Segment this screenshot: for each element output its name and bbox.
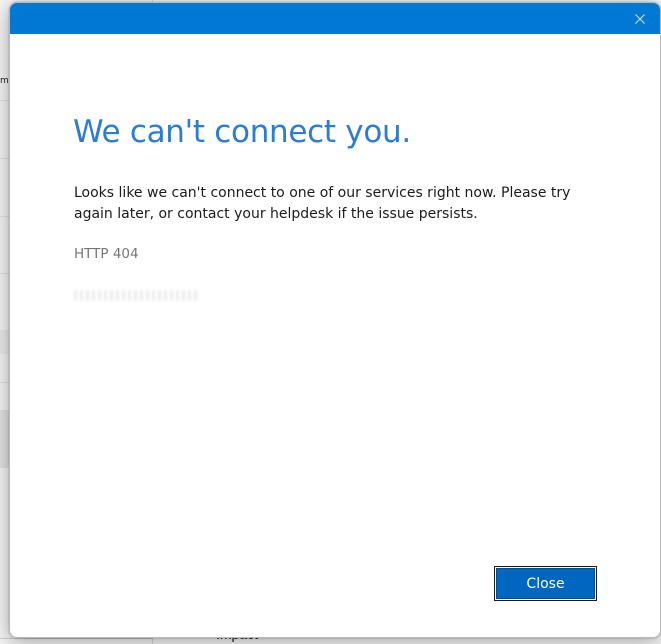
background-bottom-divider — [0, 638, 152, 639]
error-dialog: We can't connect you. Looks like we can'… — [9, 2, 661, 638]
dialog-heading: We can't connect you. — [73, 114, 411, 150]
dialog-title-bar — [10, 3, 660, 34]
error-code: HTTP 404 — [74, 246, 139, 262]
close-icon[interactable] — [630, 9, 650, 29]
close-button[interactable]: Close — [494, 566, 597, 601]
redacted-detail — [74, 290, 198, 301]
dialog-message: Looks like we can't connect to one of ou… — [74, 185, 571, 222]
